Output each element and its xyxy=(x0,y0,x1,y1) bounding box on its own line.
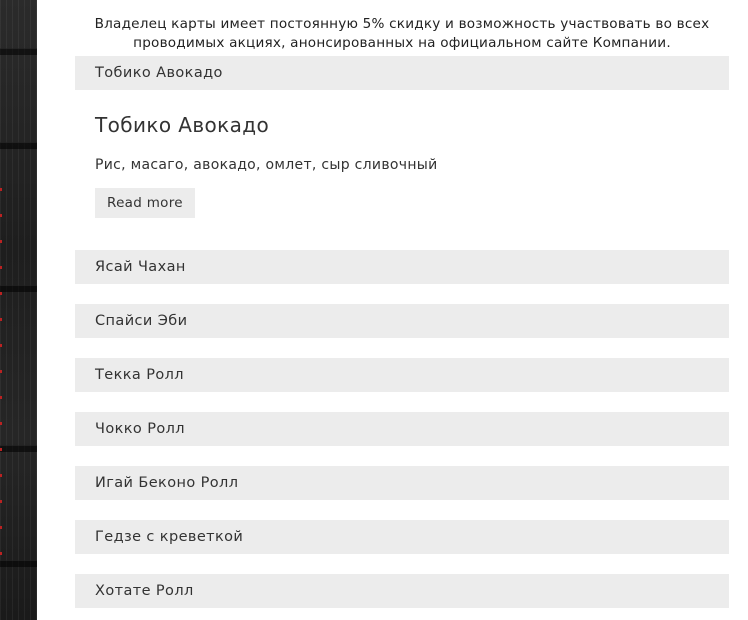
accordion-header-yasai-chahan[interactable]: Ясай Чахан xyxy=(75,250,729,284)
bamboo-node xyxy=(0,560,37,567)
item-description: Рис, масаго, авокадо, омлет, сыр сливочн… xyxy=(95,157,438,173)
accordion-header-gyoza-shrimp[interactable]: Гедзе с креветкой xyxy=(75,520,729,554)
accordion-header-igai-bekono-roll[interactable]: Игай Беконо Ролл xyxy=(75,466,729,500)
bamboo-node xyxy=(0,48,37,55)
bamboo-node xyxy=(0,285,37,292)
loyalty-card-text: Владелец карты имеет постоянную 5% скидк… xyxy=(94,16,710,51)
menu-accordion: Владелец карты имеет постоянную 5% скидк… xyxy=(75,0,729,608)
accordion-header-tekka-roll[interactable]: Текка Ролл xyxy=(75,358,729,392)
accordion-header-spicy-ebi[interactable]: Спайси Эби xyxy=(75,304,729,338)
page: Владелец карты имеет постоянную 5% скидк… xyxy=(0,0,748,620)
accordion-panel-tobiko-avocado: Тобико Авокадо Рис, масаго, авокадо, омл… xyxy=(75,90,729,250)
bamboo-node xyxy=(0,445,37,452)
decorative-bamboo-strip xyxy=(0,0,37,620)
item-title: Тобико Авокадо xyxy=(95,113,270,137)
red-accent-edge xyxy=(0,188,2,568)
accordion-header-tobiko-avocado[interactable]: Тобико Авокадо xyxy=(75,56,729,90)
accordion-header-hotate-roll[interactable]: Хотате Ролл xyxy=(75,574,729,608)
bamboo-node xyxy=(0,142,37,149)
accordion-header-chokko-roll[interactable]: Чокко Ролл xyxy=(75,412,729,446)
read-more-button[interactable]: Read more xyxy=(95,188,195,218)
